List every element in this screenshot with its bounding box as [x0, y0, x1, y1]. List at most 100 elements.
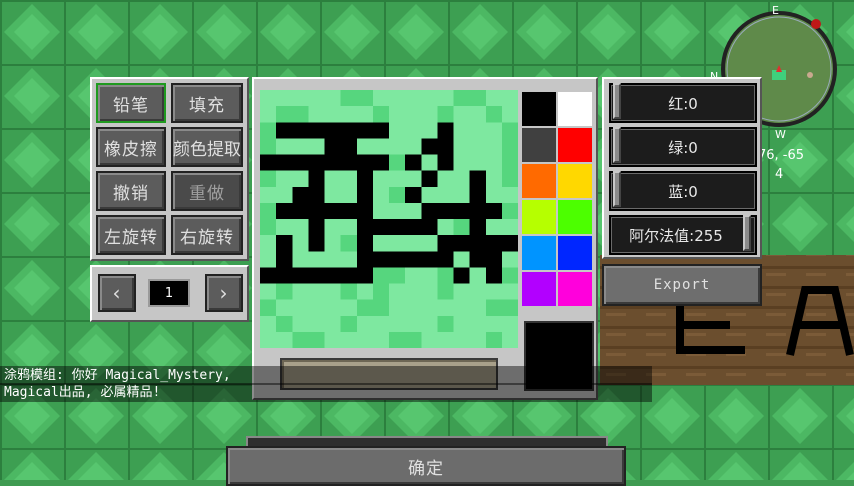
- canvas-pixel[interactable]: [292, 283, 309, 300]
- canvas-pixel[interactable]: [292, 90, 309, 107]
- canvas-pixel[interactable]: [405, 186, 422, 203]
- canvas-pixel[interactable]: [340, 315, 357, 332]
- canvas-pixel[interactable]: [485, 138, 502, 155]
- canvas-pixel[interactable]: [437, 202, 454, 219]
- canvas-pixel[interactable]: [276, 106, 293, 123]
- pencil-button[interactable]: 铅笔: [96, 83, 166, 123]
- canvas-pixel[interactable]: [453, 170, 470, 187]
- canvas-pixel[interactable]: [389, 186, 406, 203]
- canvas-pixel[interactable]: [437, 219, 454, 236]
- canvas-pixel[interactable]: [405, 315, 422, 332]
- canvas-pixel[interactable]: [485, 90, 502, 107]
- canvas-pixel[interactable]: [485, 299, 502, 316]
- canvas-pixel[interactable]: [389, 315, 406, 332]
- canvas-pixel[interactable]: [324, 299, 341, 316]
- canvas-pixel[interactable]: [453, 106, 470, 123]
- canvas-pixel[interactable]: [308, 235, 325, 252]
- next-page-button[interactable]: ›: [205, 274, 243, 312]
- canvas-pixel[interactable]: [389, 138, 406, 155]
- canvas-pixel[interactable]: [308, 331, 325, 348]
- canvas-pixel[interactable]: [276, 331, 293, 348]
- canvas-pixel[interactable]: [501, 90, 518, 107]
- rotate-right-button[interactable]: 右旋转: [171, 215, 243, 255]
- canvas-pixel[interactable]: [469, 106, 486, 123]
- canvas-pixel[interactable]: [340, 122, 357, 139]
- confirm-button[interactable]: 确定: [226, 446, 626, 486]
- drawing-canvas[interactable]: [260, 90, 518, 348]
- canvas-pixel[interactable]: [389, 219, 406, 236]
- canvas-pixel[interactable]: [308, 90, 325, 107]
- canvas-pixel[interactable]: [260, 219, 277, 236]
- canvas-pixel[interactable]: [356, 235, 373, 252]
- canvas-pixel[interactable]: [260, 331, 277, 348]
- eyedropper-button[interactable]: 颜色提取: [171, 127, 243, 167]
- canvas-pixel[interactable]: [340, 331, 357, 348]
- canvas-pixel[interactable]: [308, 219, 325, 236]
- palette-swatch[interactable]: [522, 200, 556, 234]
- canvas-pixel[interactable]: [324, 106, 341, 123]
- canvas-pixel[interactable]: [453, 235, 470, 252]
- canvas-pixel[interactable]: [469, 154, 486, 171]
- canvas-pixel[interactable]: [276, 251, 293, 268]
- palette-swatch[interactable]: [522, 164, 556, 198]
- canvas-pixel[interactable]: [292, 186, 309, 203]
- canvas-pixel[interactable]: [501, 186, 518, 203]
- canvas-pixel[interactable]: [260, 235, 277, 252]
- canvas-pixel[interactable]: [469, 315, 486, 332]
- canvas-pixel[interactable]: [308, 186, 325, 203]
- canvas-pixel[interactable]: [453, 283, 470, 300]
- canvas-pixel[interactable]: [453, 90, 470, 107]
- prev-page-button[interactable]: ‹: [98, 274, 136, 312]
- canvas-pixel[interactable]: [356, 186, 373, 203]
- canvas-pixel[interactable]: [324, 267, 341, 284]
- canvas-pixel[interactable]: [340, 186, 357, 203]
- canvas-pixel[interactable]: [292, 202, 309, 219]
- canvas-pixel[interactable]: [501, 251, 518, 268]
- palette-swatch[interactable]: [558, 272, 592, 306]
- canvas-pixel[interactable]: [469, 122, 486, 139]
- canvas-pixel[interactable]: [340, 154, 357, 171]
- canvas-pixel[interactable]: [308, 202, 325, 219]
- canvas-pixel[interactable]: [324, 283, 341, 300]
- canvas-pixel[interactable]: [485, 170, 502, 187]
- canvas-pixel[interactable]: [485, 154, 502, 171]
- canvas-pixel[interactable]: [372, 122, 389, 139]
- canvas-pixel[interactable]: [453, 251, 470, 268]
- canvas-pixel[interactable]: [469, 235, 486, 252]
- canvas-pixel[interactable]: [308, 315, 325, 332]
- palette-swatch[interactable]: [558, 128, 592, 162]
- canvas-pixel[interactable]: [292, 106, 309, 123]
- canvas-pixel[interactable]: [501, 235, 518, 252]
- canvas-pixel[interactable]: [453, 219, 470, 236]
- canvas-pixel[interactable]: [340, 90, 357, 107]
- canvas-pixel[interactable]: [356, 315, 373, 332]
- canvas-pixel[interactable]: [260, 299, 277, 316]
- canvas-pixel[interactable]: [469, 202, 486, 219]
- canvas-pixel[interactable]: [340, 283, 357, 300]
- redo-button[interactable]: 重做: [171, 171, 243, 211]
- canvas-pixel[interactable]: [485, 235, 502, 252]
- canvas-pixel[interactable]: [469, 170, 486, 187]
- canvas-pixel[interactable]: [308, 251, 325, 268]
- canvas-pixel[interactable]: [389, 267, 406, 284]
- canvas-pixel[interactable]: [389, 170, 406, 187]
- canvas-pixel[interactable]: [340, 299, 357, 316]
- canvas-pixel[interactable]: [501, 219, 518, 236]
- canvas-pixel[interactable]: [405, 138, 422, 155]
- canvas-pixel[interactable]: [260, 90, 277, 107]
- canvas-pixel[interactable]: [260, 267, 277, 284]
- canvas-pixel[interactable]: [356, 154, 373, 171]
- canvas-pixel[interactable]: [308, 106, 325, 123]
- canvas-pixel[interactable]: [453, 202, 470, 219]
- canvas-pixel[interactable]: [453, 154, 470, 171]
- green-slider[interactable]: 绿:0: [609, 127, 757, 167]
- canvas-pixel[interactable]: [292, 154, 309, 171]
- canvas-pixel[interactable]: [421, 283, 438, 300]
- canvas-pixel[interactable]: [437, 122, 454, 139]
- canvas-pixel[interactable]: [405, 251, 422, 268]
- canvas-pixel[interactable]: [437, 299, 454, 316]
- canvas-pixel[interactable]: [389, 251, 406, 268]
- canvas-pixel[interactable]: [292, 138, 309, 155]
- canvas-pixel[interactable]: [340, 106, 357, 123]
- canvas-pixel[interactable]: [485, 251, 502, 268]
